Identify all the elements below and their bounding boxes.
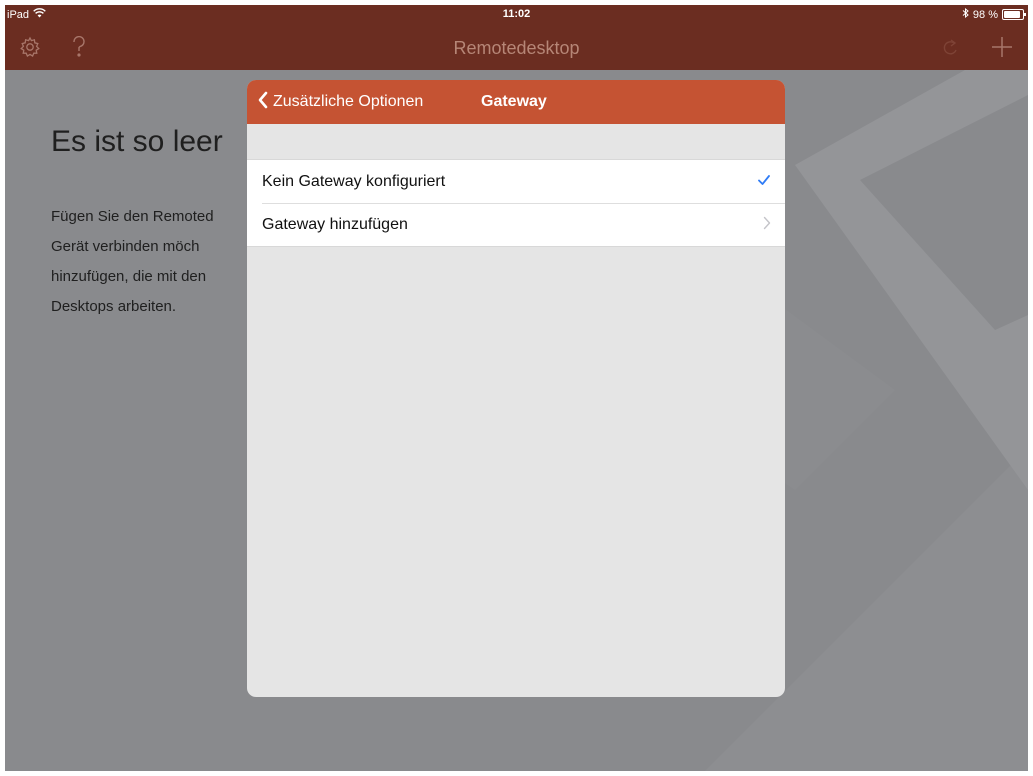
battery-icon [1002,9,1026,20]
status-time: 11:02 [502,8,531,20]
empty-state-title: Es ist so leer [51,125,223,158]
nav-bar: Remotedesktop [5,25,1028,70]
list-item-label: Kein Gateway konfiguriert [262,172,446,190]
back-button[interactable]: Zusätzliche Optionen [257,80,423,124]
popover-title: Gateway [481,93,547,110]
refresh-icon[interactable] [942,36,960,63]
bluetooth-icon [962,7,969,21]
gateway-list: Kein Gateway konfiguriert Gateway hinzuf… [247,159,785,247]
gateway-popover: Zusätzliche Optionen Gateway Kein Gatewa… [247,80,785,697]
battery-percent: 98 % [972,8,998,21]
status-bar: iPad 11:02 98 % [5,5,1028,25]
nav-title: Remotedesktop [453,38,580,58]
chevron-right-icon [763,216,771,235]
list-item-label: Gateway hinzufügen [262,215,408,233]
chevron-left-icon [257,91,269,114]
list-item-no-gateway[interactable]: Kein Gateway konfiguriert [247,160,785,203]
status-right: 98 % [962,7,1026,21]
checkmark-icon [757,173,771,192]
popover-header: Zusätzliche Optionen Gateway [247,80,785,124]
back-button-label: Zusätzliche Optionen [273,93,424,110]
app-window: iPad 11:02 98 % Remotedesktop Es ist so … [5,5,1028,771]
list-item-add-gateway[interactable]: Gateway hinzufügen [247,203,785,246]
add-icon[interactable] [991,36,1013,63]
